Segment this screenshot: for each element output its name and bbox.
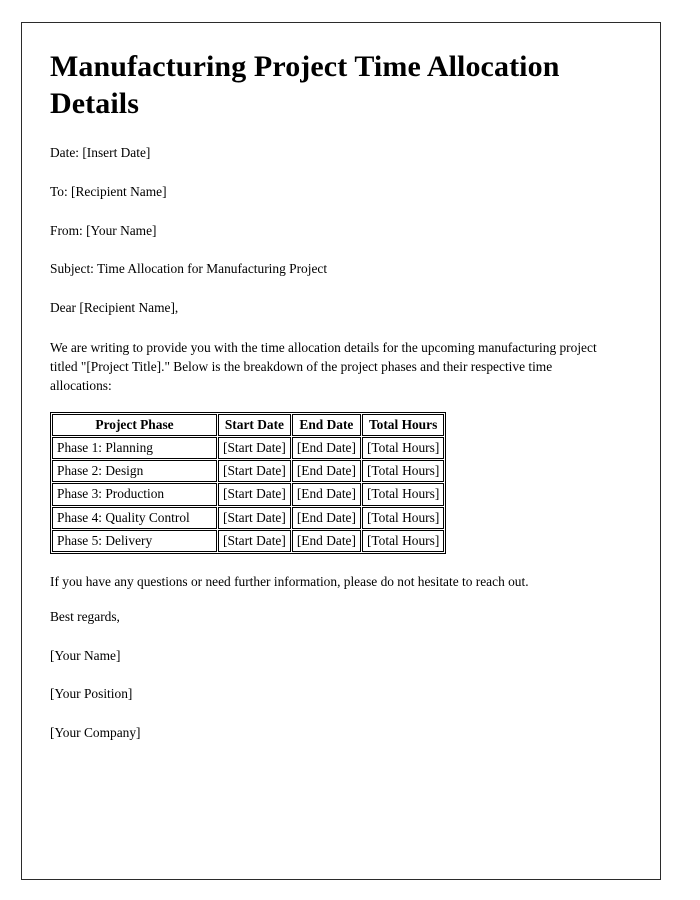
salutation: Dear [Recipient Name], [50,299,179,315]
cell-total-hours: [Total Hours] [361,483,445,506]
cell-start-date: [Start Date] [218,460,291,483]
column-header-project-phase: Project Phase [52,413,217,436]
field-date: Date: [Insert Date] [50,145,151,161]
cell-total-hours: [Total Hours] [361,529,445,553]
cell-phase: Phase 5: Delivery [52,529,217,553]
table-row: Phase 3: Production [Start Date] [End Da… [52,483,445,506]
cell-end-date: [End Date] [291,483,361,506]
cell-start-date: [Start Date] [218,436,291,460]
cell-total-hours: [Total Hours] [361,460,445,483]
cell-start-date: [Start Date] [218,529,291,553]
signoff-name: [Your Name] [50,647,121,663]
cell-start-date: [Start Date] [218,506,291,529]
table-row: Phase 1: Planning [Start Date] [End Date… [52,436,445,460]
signoff-best-regards: Best regards, [50,609,120,625]
column-header-total-hours: Total Hours [361,413,445,436]
column-header-end-date: End Date [291,413,361,436]
cell-end-date: [End Date] [291,436,361,460]
cell-total-hours: [Total Hours] [361,436,445,460]
cell-phase: Phase 4: Quality Control [52,506,217,529]
field-to: To: [Recipient Name] [50,183,167,199]
signoff-position: [Your Position] [50,686,133,702]
document-body: Manufacturing Project Time Allocation De… [22,23,660,791]
cell-end-date: [End Date] [291,506,361,529]
cell-phase: Phase 3: Production [52,483,217,506]
intro-paragraph: We are writing to provide you with the t… [50,339,597,393]
field-subject: Subject: Time Allocation for Manufacturi… [50,261,328,277]
table-header-row: Project Phase Start Date End Date Total … [52,413,445,436]
column-header-start-date: Start Date [218,413,291,436]
signoff-company: [Your Company] [50,725,141,741]
cell-phase: Phase 2: Design [52,460,217,483]
cell-start-date: [Start Date] [218,483,291,506]
page-title: Manufacturing Project Time Allocation De… [50,50,560,120]
cell-end-date: [End Date] [291,529,361,553]
cell-total-hours: [Total Hours] [361,506,445,529]
closing-paragraph: If you have any questions or need furthe… [50,574,529,590]
table-row: Phase 5: Delivery [Start Date] [End Date… [52,529,445,553]
cell-end-date: [End Date] [291,460,361,483]
table-row: Phase 4: Quality Control [Start Date] [E… [52,506,445,529]
table-row: Phase 2: Design [Start Date] [End Date] … [52,460,445,483]
cell-phase: Phase 1: Planning [52,436,217,460]
time-allocation-table: Project Phase Start Date End Date Total … [50,411,447,555]
field-from: From: [Your Name] [50,222,157,238]
document-page: Manufacturing Project Time Allocation De… [21,22,661,880]
